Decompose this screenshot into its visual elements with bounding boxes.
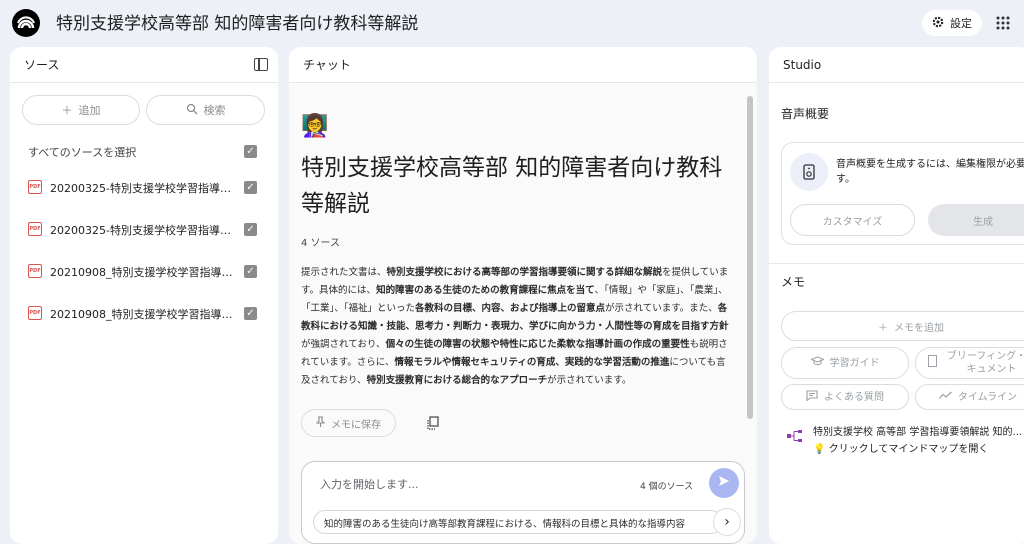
pdf-icon: PDF [28,180,42,194]
select-all-checkbox[interactable]: ✓ [244,145,257,158]
notebooklm-logo-icon[interactable] [12,9,40,37]
audio-overview-card: 音声概要を生成するには、編集権限が必要です。 カスタマイズ 生成 [781,142,1024,245]
audio-permission-note: 音声概要を生成するには、編集権限が必要です。 [836,159,1024,185]
summary-text: 提示された文書は、 [301,267,387,278]
suggested-question-chip[interactable]: 知的障害のある生徒向け高等部教育課程における、情報科の目標と具体的な指導内容 [313,510,723,534]
chat-heading: チャット [289,47,757,83]
mindmap-open-hint: 💡 クリックしてマインドマップを開く [813,444,989,455]
summary-bold-text: 特別支援学校における高等部の学習指導要領に関する詳細な解説 [386,267,663,278]
summary-bold-text: 各教科の目標、内容、および指導上の留意点 [415,303,606,314]
customize-button[interactable]: カスタマイズ [790,204,915,236]
notebook-emoji: 👩‍🏫 [301,114,329,139]
summary-bold-text: 情報モラルや情報セキュリティの育成、実践的な学習活動の推進 [394,357,670,368]
add-source-button[interactable]: ＋ 追加 [22,95,140,125]
timeline-button[interactable]: タイムライン [915,384,1024,410]
pin-icon [315,416,326,430]
chat-scrollbar[interactable] [747,96,753,419]
add-memo-button[interactable]: ＋ メモを追加 [781,311,1024,341]
search-source-label: 検索 [203,104,226,117]
settings-button[interactable]: 設定 [922,10,982,36]
source-name: 20200325-特別支援学校学習指導要... [50,224,236,237]
sources-heading: ソース [10,47,278,83]
save-to-memo-button[interactable]: メモに保存 [301,409,396,437]
gear-icon [932,16,944,31]
audio-overview-heading: 音声概要 [781,107,830,121]
source-item[interactable]: PDF 20200325-特別支援学校学習指導要... ✓ [28,219,268,239]
plus-icon: ＋ [878,322,888,334]
send-arrow-icon [717,474,731,492]
summary-bold-text: 知的障害のある生徒のための教育課程に焦点を当て [376,285,595,296]
chat-input-box[interactable]: 入力を開始します... 4 個のソース 知的障害のある生徒向け高等部教育課程にお… [301,461,745,544]
search-sparkle-icon [186,103,198,118]
timeline-label: タイムライン [957,391,1018,403]
summary-text: が示されています。また、 [605,303,718,314]
faq-button[interactable]: よくある質問 [781,384,909,410]
next-suggestion-button[interactable]: › [713,508,741,536]
speaker-icon [790,153,828,191]
chat-bubble-icon [806,389,818,405]
input-source-count: 4 個のソース [640,482,694,492]
source-count: 4 ソース [301,238,341,249]
source-item[interactable]: PDF 20210908_特別支援学校学習指導要... ✓ [28,303,268,323]
source-name: 20200325-特別支援学校学習指導要... [50,182,236,195]
summary-text: が強調されており、 [301,339,386,350]
study-guide-label: 学習ガイド [829,357,880,369]
source-checkbox[interactable]: ✓ [244,307,257,320]
summary-bold-text: 特別支援教育における総合的なアプローチ [366,375,548,386]
chat-panel: チャット 👩‍🏫 特別支援学校高等部 知的障害者向け教科等解説 4 ソース 提示… [289,47,757,544]
memo-heading: メモ [781,275,806,289]
source-checkbox[interactable]: ✓ [244,181,257,194]
mindmap-icon [787,427,803,442]
studio-divider [769,263,1024,264]
save-to-memo-label: メモに保存 [331,419,381,431]
sources-panel: ソース ＋ 追加 検索 すべてのソースを選択 ✓ PDF 20200325-特別… [10,47,278,544]
add-memo-label: メモを追加 [894,322,944,334]
plus-icon: ＋ [61,104,73,117]
apps-grid-icon[interactable] [996,15,1010,30]
chat-notebook-title: 特別支援学校高等部 知的障害者向け教科等解説 [301,155,723,217]
studio-heading: Studio [769,47,1024,83]
chevron-right-icon: › [724,514,730,530]
briefing-doc-label: ブリーフィング・ドキュメント [946,351,1024,375]
pdf-icon: PDF [28,222,42,236]
studio-panel: Studio 音声概要 音声概要を生成するには、編集権限が必要です。 カスタマイ… [769,47,1024,544]
select-all-label: すべてのソースを選択 [28,146,137,159]
summary-bold-text: 個々の生徒の障害の状態や特性に応じた柔軟な指導計画の作成の重要性 [385,339,690,350]
add-source-label: 追加 [78,104,101,117]
source-item[interactable]: PDF 20210908_特別支援学校学習指導要... ✓ [28,261,268,281]
faq-label: よくある質問 [824,391,884,403]
notebook-title[interactable]: 特別支援学校高等部 知的障害者向け教科等解説 [56,9,418,34]
send-button[interactable] [709,468,739,498]
chat-content: 👩‍🏫 特別支援学校高等部 知的障害者向け教科等解説 4 ソース 提示された文書… [289,84,757,544]
source-checkbox[interactable]: ✓ [244,223,257,236]
notebook-summary: 提示された文書は、特別支援学校における高等部の学習指導要領に関する詳細な解説を提… [301,264,735,390]
settings-label: 設定 [950,17,972,30]
top-bar: 特別支援学校高等部 知的障害者向け教科等解説 設定 [0,0,1024,44]
graduation-cap-icon [809,356,825,370]
search-source-button[interactable]: 検索 [146,95,265,125]
timeline-icon [938,391,952,404]
collapse-panel-icon[interactable] [254,58,268,71]
source-name: 20210908_特別支援学校学習指導要... [50,308,236,321]
source-name: 20210908_特別支援学校学習指導要... [50,266,236,279]
study-guide-button[interactable]: 学習ガイド [781,347,909,379]
chat-input-placeholder[interactable]: 入力を開始します... [320,476,419,492]
mindmap-title: 特別支援学校 高等部 学習指導要領解説 知的... [813,427,1023,438]
summary-text: が示されています。 [547,375,632,386]
pdf-icon: PDF [28,306,42,320]
pdf-icon: PDF [28,264,42,278]
document-icon [928,355,937,371]
source-item[interactable]: PDF 20200325-特別支援学校学習指導要... ✓ [28,177,268,197]
source-checkbox[interactable]: ✓ [244,265,257,278]
briefing-doc-button[interactable]: ブリーフィング・ドキュメント [915,347,1024,379]
copy-icon[interactable] [427,415,439,430]
generate-button[interactable]: 生成 [928,204,1024,236]
